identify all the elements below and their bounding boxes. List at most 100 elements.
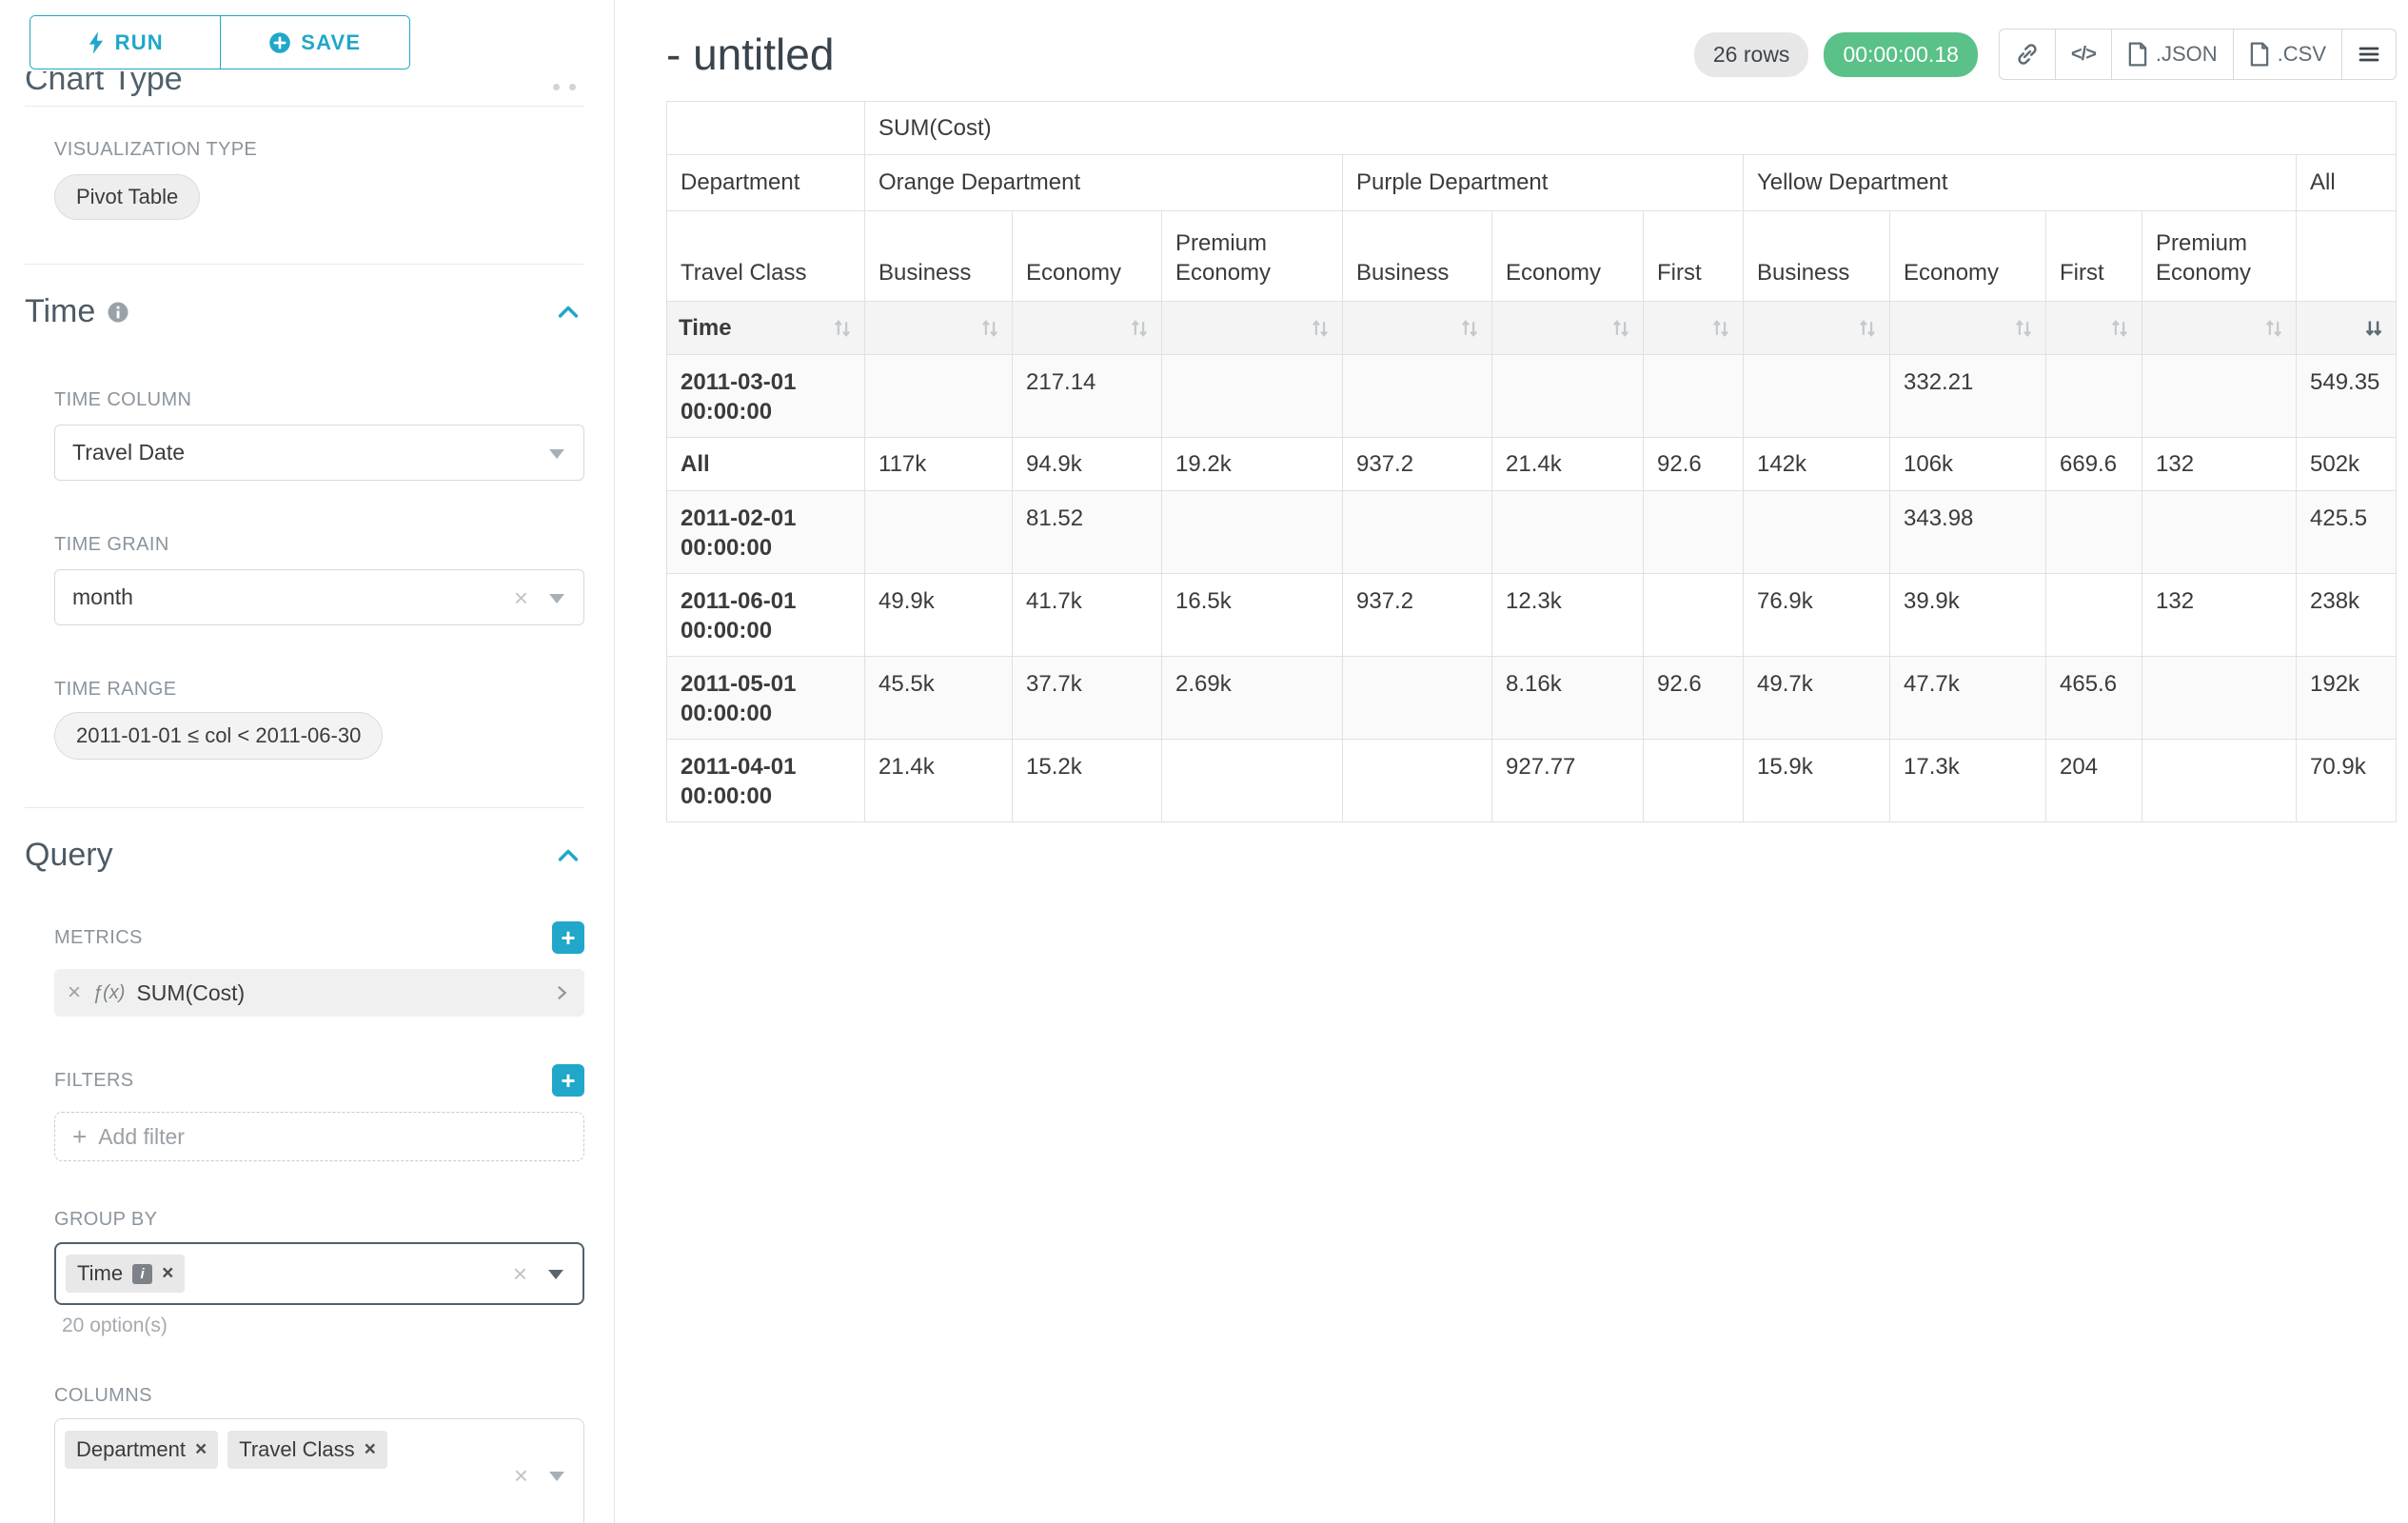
pivot-sort-cell [865, 302, 1013, 355]
metrics-label: METRICS [54, 927, 143, 949]
sort-icon[interactable] [2263, 317, 2284, 340]
remove-chip-icon[interactable]: × [162, 1262, 173, 1285]
caret-down-icon[interactable] [548, 1270, 563, 1279]
pivot-cell: 8.16k [1492, 657, 1644, 740]
sort-icon[interactable] [832, 317, 853, 340]
pivot-empty-header [2297, 211, 2397, 302]
chevron-up-icon[interactable] [555, 299, 582, 326]
time-column-label: TIME COLUMN [54, 389, 583, 411]
pivot-cell: 45.5k [865, 657, 1013, 740]
export-json-button[interactable]: .JSON [2111, 29, 2234, 80]
query-timer-badge: 00:00:00.18 [1824, 32, 1978, 77]
pivot-cell: 927.77 [1492, 740, 1644, 822]
group-by-select[interactable]: × Timei× [54, 1242, 584, 1305]
sort-icon[interactable] [1857, 317, 1878, 340]
selected-option-chip[interactable]: Timei× [66, 1255, 185, 1293]
query-section-header[interactable]: Query [25, 837, 583, 874]
sort-icon[interactable] [1710, 317, 1731, 340]
explore-view: RUN SAVE Chart Type VISUALIZATION TYPE P… [0, 0, 2408, 1523]
info-icon[interactable] [107, 301, 129, 324]
pivot-col-dimension: Department [667, 155, 865, 211]
clear-icon[interactable]: × [513, 1261, 527, 1286]
pivot-cell: 76.9k [1744, 574, 1890, 657]
caret-down-icon[interactable] [549, 594, 564, 603]
chevron-up-icon[interactable] [555, 842, 582, 869]
add-metric-button[interactable]: + [552, 921, 584, 954]
pivot-sort-cell [1162, 302, 1343, 355]
pivot-sort-cell [1744, 302, 1890, 355]
clear-icon[interactable]: × [514, 585, 528, 610]
save-button[interactable]: SAVE [220, 16, 410, 69]
time-section-header[interactable]: Time [25, 293, 583, 330]
remove-chip-icon[interactable]: × [195, 1438, 207, 1461]
pivot-time-header: Time [667, 302, 865, 355]
time-range-control: TIME RANGE 2011-01-01 ≤ col < 2011-06-30 [54, 679, 583, 760]
sort-icon[interactable] [1310, 317, 1331, 340]
pivot-cell: 21.4k [865, 740, 1013, 822]
csv-label: .CSV [2278, 42, 2326, 67]
pivot-cell: 2.69k [1162, 657, 1343, 740]
caret-down-icon[interactable] [549, 1472, 564, 1481]
pivot-cell: 465.6 [2046, 657, 2142, 740]
export-csv-button[interactable]: .CSV [2233, 29, 2342, 80]
clear-icon[interactable]: × [514, 1463, 528, 1488]
copy-link-button[interactable] [1999, 29, 2056, 80]
chart-title[interactable]: - untitled [666, 29, 834, 80]
time-grain-select[interactable]: month × [54, 569, 584, 625]
sort-icon[interactable] [2109, 317, 2130, 340]
time-range-value[interactable]: 2011-01-01 ≤ col < 2011-06-30 [54, 712, 383, 760]
add-filter-button[interactable]: + [552, 1064, 584, 1097]
pivot-cell: 192k [2297, 657, 2397, 740]
visualization-type-value[interactable]: Pivot Table [54, 174, 200, 220]
pivot-cell: 117k [865, 438, 1013, 491]
more-options-button[interactable] [2341, 29, 2397, 80]
pivot-class-header: Premium Economy [2142, 211, 2297, 302]
pivot-cell [1162, 491, 1343, 574]
pivot-cell: 937.2 [1343, 574, 1492, 657]
chart-type-section-header[interactable]: Chart Type [25, 71, 583, 98]
info-badge[interactable]: i [132, 1264, 152, 1284]
pivot-row-label: All [667, 438, 865, 491]
add-filter-dropzone[interactable]: + Add filter [54, 1112, 584, 1161]
pivot-cell: 549.35 [2297, 355, 2397, 438]
sort-icon[interactable] [1610, 317, 1631, 340]
pivot-cell [2142, 657, 2297, 740]
time-column-select[interactable]: Travel Date [54, 425, 584, 481]
pivot-cell [1744, 355, 1890, 438]
run-button[interactable]: RUN [30, 16, 220, 69]
columns-select[interactable]: × Department×Travel Class× [54, 1418, 584, 1523]
pivot-cell: 47.7k [1890, 657, 2046, 740]
sort-icon[interactable] [1129, 317, 1150, 340]
metric-chip[interactable]: × ƒ(x) SUM(Cost) [54, 969, 584, 1017]
selected-option-chip[interactable]: Department× [65, 1431, 218, 1469]
menu-icon [2358, 43, 2380, 66]
action-bar: RUN SAVE [25, 0, 583, 69]
pivot-group-header: Yellow Department [1744, 155, 2297, 211]
pivot-row: 2011-05-01 00:00:0045.5k37.7k2.69k8.16k9… [667, 657, 2397, 740]
pivot-row-label: 2011-06-01 00:00:00 [667, 574, 865, 657]
remove-chip-icon[interactable]: × [365, 1438, 376, 1461]
pivot-sort-cell [2297, 302, 2397, 355]
time-grain-value: month [72, 584, 133, 610]
sort-icon[interactable] [979, 317, 1000, 340]
sort-icon[interactable] [1459, 317, 1480, 340]
embed-code-button[interactable]: </> [2055, 29, 2112, 80]
pivot-row: All117k94.9k19.2k937.221.4k92.6142k106k6… [667, 438, 2397, 491]
pivot-cell: 92.6 [1644, 657, 1744, 740]
sort-icon[interactable] [2013, 317, 2034, 340]
chevron-right-icon[interactable] [552, 983, 571, 1002]
pivot-sort-cell [1013, 302, 1162, 355]
control-panel: RUN SAVE Chart Type VISUALIZATION TYPE P… [0, 0, 615, 1523]
query-section-title: Query [25, 837, 113, 874]
caret-down-icon[interactable] [549, 449, 564, 459]
pivot-row-label: 2011-03-01 00:00:00 [667, 355, 865, 438]
sort-desc-active-icon[interactable] [2363, 317, 2384, 340]
selected-option-chip[interactable]: Travel Class× [227, 1431, 387, 1469]
chart-toolbar: 26 rows 00:00:00.18 </> .JSON . [1694, 29, 2397, 80]
pivot-cell: 70.9k [2297, 740, 2397, 822]
remove-metric-icon[interactable]: × [68, 979, 81, 1006]
export-button-group: </> .JSON .CSV [1999, 29, 2397, 80]
pivot-cell: 12.3k [1492, 574, 1644, 657]
columns-control: COLUMNS × Department×Travel Class× 19 op… [54, 1385, 583, 1523]
pivot-cell [1644, 740, 1744, 822]
